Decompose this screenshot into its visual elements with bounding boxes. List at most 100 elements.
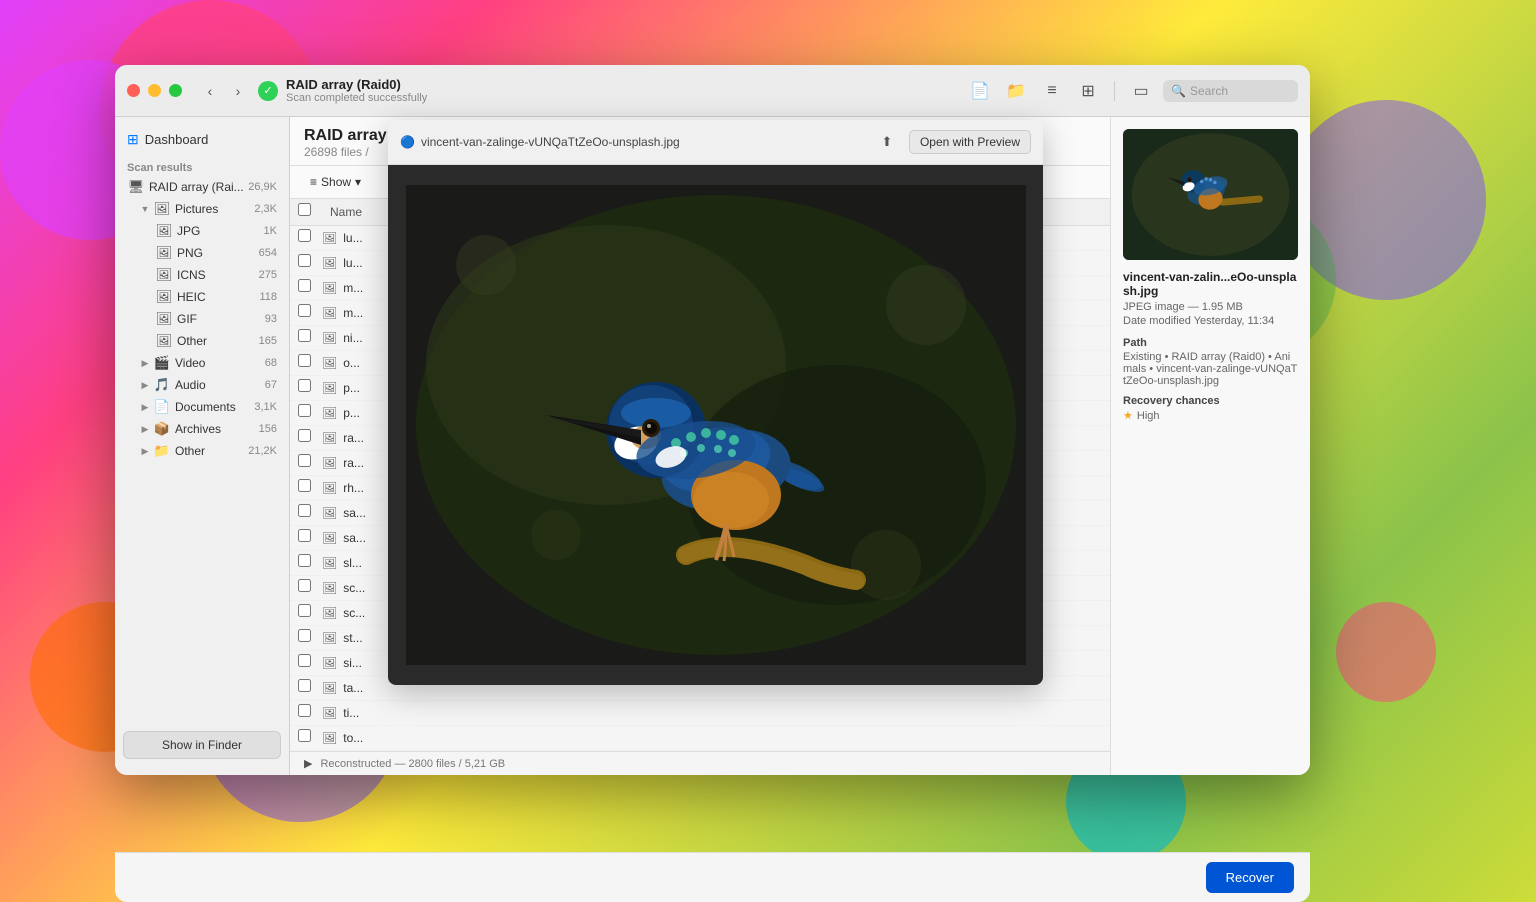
gif-label: GIF: [177, 312, 261, 326]
jpg-label: JPG: [177, 224, 260, 238]
png-icon: 🖼: [155, 245, 173, 261]
row-checkbox[interactable]: [298, 454, 311, 467]
file-icon: 🖼: [322, 681, 337, 695]
close-button[interactable]: [127, 84, 140, 97]
folder-icon-button[interactable]: 📁: [1002, 77, 1030, 105]
sidebar-item-icns[interactable]: 🖼 ICNS 275: [119, 264, 285, 286]
file-icon-button[interactable]: 📄: [966, 77, 994, 105]
file-icon: 🖼: [322, 556, 337, 570]
preview-thumbnail: [1123, 129, 1298, 260]
row-checkbox[interactable]: [298, 429, 311, 442]
sidebar-item-png[interactable]: 🖼 PNG 654: [119, 242, 285, 264]
row-checkbox[interactable]: [298, 279, 311, 292]
video-label: Video: [175, 356, 261, 370]
video-count: 68: [265, 357, 277, 369]
row-checkbox[interactable]: [298, 404, 311, 417]
list-view-button[interactable]: ≡: [1038, 77, 1066, 105]
file-icon: 🖼: [322, 481, 337, 495]
sidebar-item-audio[interactable]: ▶ 🎵 Audio 67: [119, 374, 285, 396]
audio-label: Audio: [175, 378, 261, 392]
sidebar-toggle-button[interactable]: ▭: [1127, 77, 1155, 105]
date-value: Yesterday, 11:34: [1194, 315, 1275, 327]
row-checkbox[interactable]: [298, 229, 311, 242]
header-check: [298, 203, 322, 221]
archives-icon: 📦: [153, 421, 171, 437]
success-icon: ✓: [258, 81, 278, 101]
row-checkbox[interactable]: [298, 554, 311, 567]
heic-icon: 🖼: [155, 289, 173, 305]
minimize-button[interactable]: [148, 84, 161, 97]
row-checkbox[interactable]: [298, 504, 311, 517]
sidebar-item-other[interactable]: ▶ 📁 Other 21,2K: [119, 440, 285, 462]
sidebar-item-documents[interactable]: ▶ 📄 Documents 3,1K: [119, 396, 285, 418]
row-checkbox[interactable]: [298, 254, 311, 267]
search-input[interactable]: [1190, 84, 1290, 98]
file-icon: 🖼: [322, 431, 337, 445]
sidebar-item-heic[interactable]: 🖼 HEIC 118: [119, 286, 285, 308]
sidebar-item-other-pics[interactable]: 🖼 Other 165: [119, 330, 285, 352]
row-checkbox[interactable]: [298, 304, 311, 317]
nav-buttons: ‹ ›: [198, 79, 250, 103]
overlay-share-button[interactable]: ⬆: [873, 128, 901, 156]
preview-type: JPEG image — 1.95 MB: [1123, 301, 1298, 313]
heic-label: HEIC: [177, 290, 255, 304]
main-footer: ▶ Reconstructed — 2800 files / 5,21 GB: [290, 751, 1110, 775]
raid-count: 26,9K: [248, 181, 277, 193]
traffic-lights: [127, 84, 182, 97]
search-box: 🔍: [1163, 80, 1298, 102]
star-icon: ★: [1123, 409, 1133, 422]
sidebar-item-archives[interactable]: ▶ 📦 Archives 156: [119, 418, 285, 440]
pictures-icon: 🖼: [153, 201, 171, 217]
show-chevron-icon: ▾: [355, 175, 361, 189]
kingfisher-svg: [406, 185, 1026, 665]
documents-count: 3,1K: [254, 401, 277, 413]
table-row[interactable]: 🖼 ti...: [290, 701, 1110, 726]
window-subtitle: Scan completed successfully: [286, 92, 427, 104]
show-button[interactable]: ≡ Show ▾: [304, 172, 367, 192]
toolbar-divider: [1114, 81, 1115, 101]
row-checkbox[interactable]: [298, 479, 311, 492]
grid-view-button[interactable]: ⊞: [1074, 77, 1102, 105]
icns-icon: 🖼: [155, 267, 173, 283]
file-icon: 🖼: [322, 531, 337, 545]
file-icon: 🖼: [322, 631, 337, 645]
other-label: Other: [175, 444, 244, 458]
row-checkbox[interactable]: [298, 579, 311, 592]
preview-panel: vincent-van-zalin...eOo-unsplash.jpg JPE…: [1110, 117, 1310, 775]
icns-count: 275: [259, 269, 277, 281]
row-checkbox[interactable]: [298, 729, 311, 742]
row-name: ti...: [343, 706, 1102, 720]
row-checkbox[interactable]: [298, 629, 311, 642]
sidebar-item-gif[interactable]: 🖼 GIF 93: [119, 308, 285, 330]
overlay-actions: ⬆ Open with Preview: [873, 128, 1031, 156]
sidebar-footer: Show in Finder: [115, 723, 289, 767]
row-name: to...: [343, 731, 1102, 745]
sidebar-item-video[interactable]: ▶ 🎬 Video 68: [119, 352, 285, 374]
titlebar: ‹ › ✓ RAID array (Raid0) Scan completed …: [115, 65, 1310, 117]
recover-bar: Recover: [115, 852, 1310, 902]
row-checkbox[interactable]: [298, 604, 311, 617]
open-with-preview-button[interactable]: Open with Preview: [909, 130, 1031, 154]
file-icon: 🖼: [322, 281, 337, 295]
row-checkbox[interactable]: [298, 679, 311, 692]
other-pics-icon: 🖼: [155, 333, 173, 349]
sidebar-item-raid[interactable]: 🖥 RAID array (Rai... 26,9K: [119, 176, 285, 198]
row-checkbox[interactable]: [298, 654, 311, 667]
table-row[interactable]: 🖼 to...: [290, 726, 1110, 751]
row-checkbox[interactable]: [298, 529, 311, 542]
row-checkbox[interactable]: [298, 704, 311, 717]
sidebar-item-pictures[interactable]: ▼ 🖼 Pictures 2,3K: [119, 198, 285, 220]
select-all-checkbox[interactable]: [298, 203, 311, 216]
footer-expand[interactable]: ▶: [304, 757, 312, 770]
row-checkbox[interactable]: [298, 329, 311, 342]
sidebar-item-jpg[interactable]: 🖼 JPG 1K: [119, 220, 285, 242]
back-button[interactable]: ‹: [198, 79, 222, 103]
recover-button[interactable]: Recover: [1206, 862, 1294, 893]
other-icon: 📁: [153, 443, 171, 459]
row-checkbox[interactable]: [298, 354, 311, 367]
dashboard-item[interactable]: ⊞ Dashboard: [115, 125, 289, 154]
row-checkbox[interactable]: [298, 379, 311, 392]
forward-button[interactable]: ›: [226, 79, 250, 103]
show-in-finder-button[interactable]: Show in Finder: [123, 731, 281, 759]
maximize-button[interactable]: [169, 84, 182, 97]
